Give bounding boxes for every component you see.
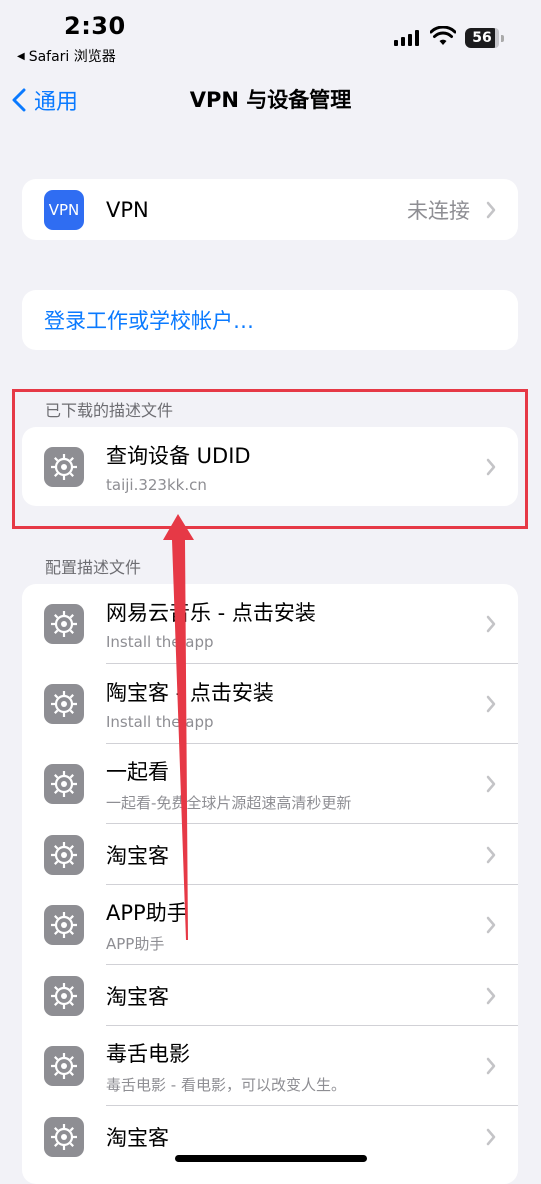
back-triangle-icon: ◀ — [17, 50, 25, 62]
status-bar: 2:30 ◀ Safari 浏览器 56 — [0, 0, 541, 70]
home-indicator — [175, 1155, 367, 1162]
battery-level: 56 — [472, 30, 492, 46]
profile-title: 一起看 — [106, 759, 169, 784]
page-title: VPN 与设备管理 — [189, 88, 352, 112]
configuration-profiles-group: 网易云音乐 - 点击安装 Install the app 陶宝客 - 点击安装 Ins… — [22, 584, 518, 1184]
profile-row[interactable]: 毒舌电影毒舌电影 - 看电影，可以改变人生。 — [22, 1026, 518, 1106]
gear-icon — [44, 834, 84, 875]
profile-title: APP助手 — [106, 900, 188, 925]
gear-icon — [44, 1046, 84, 1086]
sign-in-work-school-account[interactable]: 登录工作或学校帐户… — [22, 290, 518, 350]
profile-title: 淘宝客 — [106, 1125, 169, 1150]
profile-subtitle: 毒舌电影 - 看电影，可以改变人生。 — [106, 1075, 346, 1094]
clock: 2:30 — [64, 12, 126, 40]
profile-title: 淘宝客 — [106, 843, 169, 868]
wifi-icon — [430, 26, 456, 45]
navigation-bar: 通用 VPN 与设备管理 — [0, 74, 541, 126]
chevron-right-icon — [486, 695, 496, 713]
back-app-label: Safari 浏览器 — [28, 49, 116, 65]
cellular-signal-icon — [394, 30, 419, 46]
profile-title: 网易云音乐 - 点击安装 — [106, 601, 316, 625]
chevron-right-icon — [486, 1057, 496, 1075]
gear-icon — [44, 764, 84, 804]
profile-row[interactable]: APP助手 APP助手 — [22, 885, 518, 965]
sign-in-group: 登录工作或学校帐户… — [22, 290, 518, 350]
profile-title: 淘宝客 — [106, 984, 169, 1009]
chevron-right-icon — [486, 1128, 496, 1145]
profile-row[interactable]: 淘宝客 — [22, 824, 518, 885]
profile-row[interactable]: 一起看一起看-免费全球片源超速高清秒更新 — [22, 744, 518, 824]
chevron-right-icon — [486, 846, 496, 863]
vpn-group: VPN VPN 未连接 — [22, 179, 518, 240]
vpn-icon: VPN — [44, 189, 84, 230]
profile-subtitle: 一起看-免费全球片源超速高清秒更新 — [106, 793, 352, 812]
chevron-right-icon — [486, 987, 496, 1004]
gear-icon — [44, 1116, 84, 1157]
configuration-profiles-header: 配置描述文件 — [45, 558, 142, 577]
profile-row[interactable]: 陶宝客 - 点击安装 Install the app — [22, 664, 518, 744]
vpn-row[interactable]: VPN VPN 未连接 — [22, 179, 518, 240]
chevron-right-icon — [486, 615, 496, 633]
battery-icon: 56 — [465, 28, 504, 48]
gear-icon — [44, 905, 84, 945]
chevron-right-icon — [486, 201, 496, 218]
vpn-status: 未连接 — [407, 198, 470, 223]
back-to-app-button[interactable]: ◀ Safari 浏览器 — [17, 46, 116, 66]
profile-title: 陶宝客 - 点击安装 — [106, 681, 274, 705]
profile-subtitle: Install the app — [106, 633, 214, 651]
gear-icon — [44, 684, 84, 724]
profile-row[interactable]: 网易云音乐 - 点击安装 Install the app — [22, 584, 518, 664]
chevron-right-icon — [486, 916, 496, 934]
sign-in-link[interactable]: 登录工作或学校帐户… — [22, 305, 254, 335]
profile-row[interactable]: 淘宝客 — [22, 965, 518, 1026]
profile-title: 毒舌电影 — [106, 1041, 190, 1066]
annotation-highlight-box — [12, 389, 528, 529]
gear-icon — [44, 604, 84, 644]
gear-icon — [44, 975, 84, 1016]
profile-subtitle: APP助手 — [106, 934, 165, 953]
profile-subtitle: Install the app — [106, 713, 214, 731]
chevron-right-icon — [486, 775, 496, 793]
